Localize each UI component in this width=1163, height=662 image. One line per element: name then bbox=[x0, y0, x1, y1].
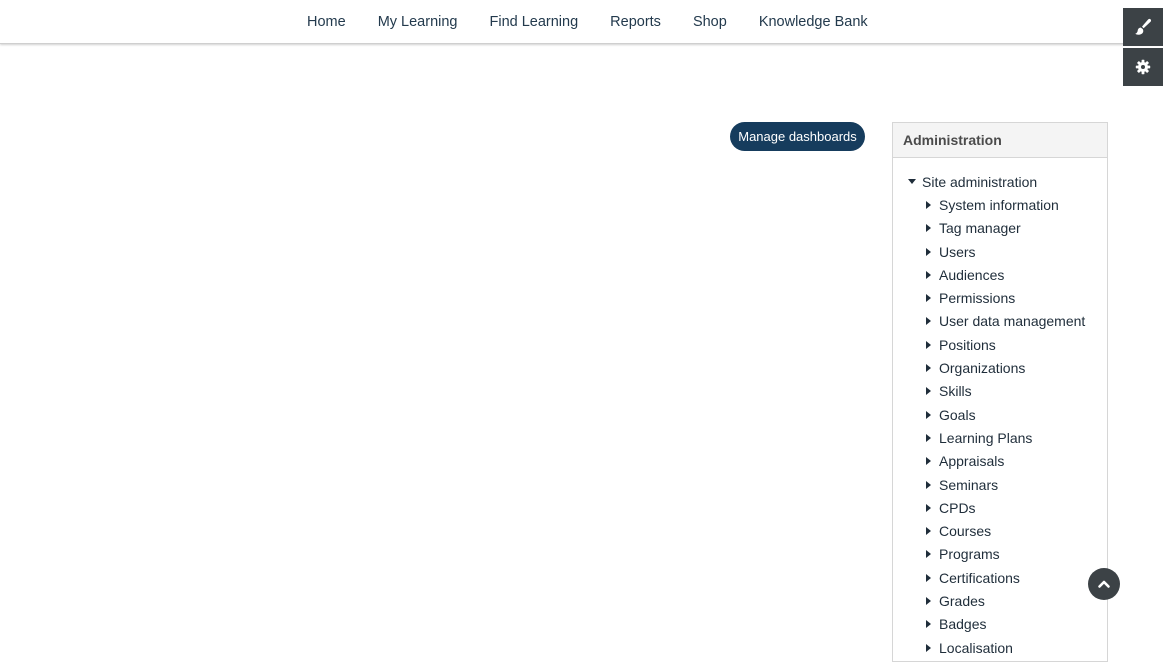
manage-dashboards-button[interactable]: Manage dashboards bbox=[730, 122, 865, 151]
tree-root-site-administration[interactable]: Site administration bbox=[893, 170, 1107, 193]
tree-item-label: Appraisals bbox=[939, 453, 1005, 470]
tree-item-audiences[interactable]: Audiences bbox=[893, 263, 1107, 286]
chevron-up-icon bbox=[1098, 580, 1110, 588]
tree-item-label: Audiences bbox=[939, 266, 1005, 283]
administration-title: Administration bbox=[893, 123, 1107, 158]
tree-item-label: Grades bbox=[939, 592, 985, 609]
tree-item-positions[interactable]: Positions bbox=[893, 333, 1107, 356]
caret-right-icon bbox=[926, 247, 931, 256]
nav-item-reports[interactable]: Reports bbox=[594, 0, 677, 44]
tree-item-user-data-management[interactable]: User data management bbox=[893, 310, 1107, 333]
tree-item-goals[interactable]: Goals bbox=[893, 403, 1107, 426]
paintbrush-icon bbox=[1135, 18, 1152, 35]
theme-button[interactable] bbox=[1123, 8, 1163, 46]
tree-item-label: CPDs bbox=[939, 499, 976, 516]
nav-item-my-learning[interactable]: My Learning bbox=[362, 0, 474, 44]
caret-right-icon bbox=[926, 200, 931, 209]
caret-right-icon bbox=[926, 270, 931, 279]
caret-right-icon bbox=[926, 620, 931, 629]
nav-item-home[interactable]: Home bbox=[291, 0, 362, 44]
tree-item-organizations[interactable]: Organizations bbox=[893, 356, 1107, 379]
tree-item-programs[interactable]: Programs bbox=[893, 543, 1107, 566]
caret-right-icon bbox=[926, 480, 931, 489]
tree-item-label: Certifications bbox=[939, 569, 1020, 586]
caret-right-icon bbox=[926, 364, 931, 373]
gear-icon bbox=[1135, 59, 1151, 75]
caret-right-icon bbox=[926, 294, 931, 303]
tree-item-courses[interactable]: Courses bbox=[893, 519, 1107, 542]
scroll-to-top-button[interactable] bbox=[1088, 568, 1120, 600]
tree-item-label: Learning Plans bbox=[939, 429, 1033, 446]
caret-right-icon bbox=[926, 550, 931, 559]
tree-item-label: Courses bbox=[939, 523, 992, 540]
caret-right-icon bbox=[926, 433, 931, 442]
tree-item-tag-manager[interactable]: Tag manager bbox=[893, 217, 1107, 240]
caret-right-icon bbox=[926, 573, 931, 582]
tree-item-label: Positions bbox=[939, 336, 996, 353]
tree-item-badges[interactable]: Badges bbox=[893, 613, 1107, 636]
caret-right-icon bbox=[926, 340, 931, 349]
tree-item-label: Organizations bbox=[939, 360, 1026, 377]
tree-item-cpds[interactable]: CPDs bbox=[893, 496, 1107, 519]
caret-right-icon bbox=[926, 317, 931, 326]
administration-block: Administration Site administration Syste… bbox=[892, 122, 1108, 662]
caret-right-icon bbox=[926, 387, 931, 396]
tree-item-label: System information bbox=[939, 196, 1059, 213]
caret-right-icon bbox=[926, 643, 931, 652]
tree-item-appraisals[interactable]: Appraisals bbox=[893, 450, 1107, 473]
nav-item-shop[interactable]: Shop bbox=[677, 0, 743, 44]
tree-item-label: Tag manager bbox=[939, 220, 1021, 237]
tree-item-label: Goals bbox=[939, 406, 976, 423]
tree-item-system-information[interactable]: System information bbox=[893, 193, 1107, 216]
tree-item-users[interactable]: Users bbox=[893, 240, 1107, 263]
caret-down-icon bbox=[908, 179, 916, 185]
tree-item-seminars[interactable]: Seminars bbox=[893, 473, 1107, 496]
caret-right-icon bbox=[926, 457, 931, 466]
caret-right-icon bbox=[926, 410, 931, 419]
top-navigation: Home My Learning Find Learning Reports S… bbox=[0, 0, 1163, 44]
settings-button[interactable] bbox=[1123, 48, 1163, 86]
tree-item-label: Localisation bbox=[939, 639, 1013, 656]
caret-right-icon bbox=[926, 224, 931, 233]
tree-item-label: Users bbox=[939, 243, 976, 260]
caret-right-icon bbox=[926, 596, 931, 605]
side-tools bbox=[1123, 8, 1163, 88]
tree-item-skills[interactable]: Skills bbox=[893, 380, 1107, 403]
admin-tree: Site administration System information Ta… bbox=[893, 170, 1107, 659]
caret-right-icon bbox=[926, 527, 931, 536]
tree-item-label: User data management bbox=[939, 313, 1086, 330]
tree-item-label: Skills bbox=[939, 383, 972, 400]
tree-item-certifications[interactable]: Certifications bbox=[893, 566, 1107, 589]
tree-item-label: Seminars bbox=[939, 476, 999, 493]
tree-item-label: Badges bbox=[939, 616, 987, 633]
tree-item-localisation[interactable]: Localisation bbox=[893, 636, 1107, 659]
nav-item-knowledge-bank[interactable]: Knowledge Bank bbox=[743, 0, 884, 44]
tree-item-grades[interactable]: Grades bbox=[893, 589, 1107, 612]
nav-item-find-learning[interactable]: Find Learning bbox=[473, 0, 594, 44]
tree-root-label: Site administration bbox=[922, 173, 1038, 190]
tree-item-label: Programs bbox=[939, 546, 1000, 563]
tree-item-label: Permissions bbox=[939, 290, 1016, 307]
tree-item-learning-plans[interactable]: Learning Plans bbox=[893, 426, 1107, 449]
tree-item-permissions[interactable]: Permissions bbox=[893, 286, 1107, 309]
caret-right-icon bbox=[926, 503, 931, 512]
